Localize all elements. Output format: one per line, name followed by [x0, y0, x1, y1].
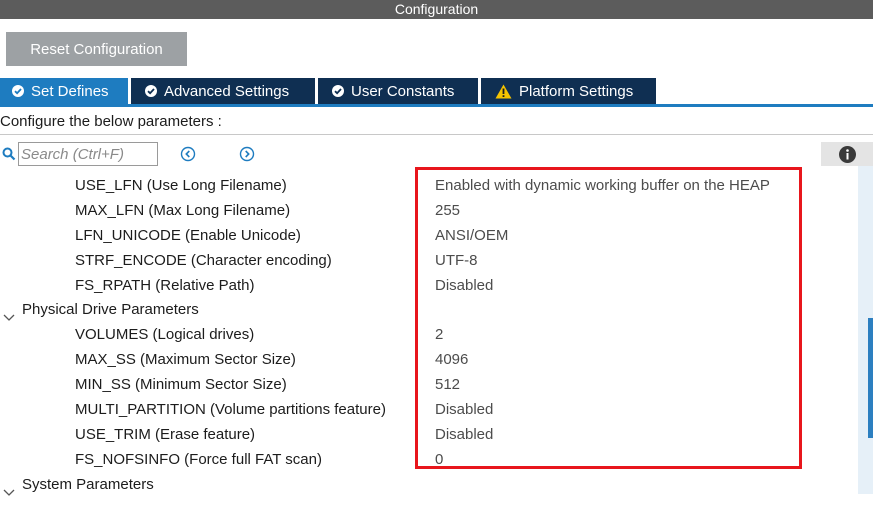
param-name: LFN_UNICODE (Enable Unicode): [75, 227, 301, 244]
previous-result-button[interactable]: [180, 146, 196, 167]
window-title: Configuration: [0, 0, 873, 19]
param-name: MAX_SS (Maximum Sector Size): [75, 351, 296, 368]
group-label: Physical Drive Parameters: [22, 301, 199, 318]
tab-label: Advanced Settings: [164, 82, 290, 100]
param-row-volumes[interactable]: VOLUMES (Logical drives) 2: [0, 322, 858, 347]
param-value[interactable]: 512: [435, 372, 460, 397]
param-row-min-ss[interactable]: MIN_SS (Minimum Sector Size) 512: [0, 372, 858, 397]
param-row-fs-rpath[interactable]: FS_RPATH (Relative Path) Disabled: [0, 273, 858, 298]
check-circle-icon: [332, 85, 344, 97]
search-input[interactable]: [18, 142, 158, 166]
param-row-fs-nofsinfo[interactable]: FS_NOFSINFO (Force full FAT scan) 0: [0, 447, 858, 472]
tab-label: Set Defines: [31, 82, 109, 100]
param-row-max-lfn[interactable]: MAX_LFN (Max Long Filename) 255: [0, 198, 858, 223]
param-row-max-ss[interactable]: MAX_SS (Maximum Sector Size) 4096: [0, 347, 858, 372]
param-name: MAX_LFN (Max Long Filename): [75, 202, 291, 219]
info-icon[interactable]: [839, 146, 856, 168]
info-panel: [821, 142, 873, 166]
next-result-button[interactable]: [239, 146, 255, 167]
param-value[interactable]: 0: [435, 447, 443, 472]
param-row-use-trim[interactable]: USE_TRIM (Erase feature) Disabled: [0, 422, 858, 447]
check-circle-icon: [145, 85, 157, 97]
param-name: MIN_SS (Minimum Sector Size): [75, 376, 287, 393]
param-name: MULTI_PARTITION (Volume partitions featu…: [75, 401, 386, 418]
tab-label: Platform Settings: [519, 82, 634, 100]
group-physical-drive-parameters[interactable]: Physical Drive Parameters: [0, 297, 400, 322]
warning-icon: [495, 84, 512, 99]
param-name: STRF_ENCODE (Character encoding): [75, 252, 332, 269]
param-name: FS_NOFSINFO (Force full FAT scan): [75, 451, 322, 468]
param-name: VOLUMES (Logical drives): [75, 326, 255, 343]
search-row: [0, 142, 873, 168]
reset-configuration-button[interactable]: Reset Configuration: [6, 32, 187, 66]
param-value[interactable]: Disabled: [435, 273, 493, 298]
instructions-label: Configure the below parameters :: [0, 113, 222, 130]
divider: [0, 134, 873, 135]
param-row-use-lfn[interactable]: USE_LFN (Use Long Filename) Enabled with…: [0, 173, 858, 198]
tab-underline: [0, 104, 873, 107]
param-value[interactable]: 255: [435, 198, 460, 223]
param-row-strf-encode[interactable]: STRF_ENCODE (Character encoding) UTF-8: [0, 248, 858, 273]
param-row-lfn-unicode[interactable]: LFN_UNICODE (Enable Unicode) ANSI/OEM: [0, 223, 858, 248]
param-value[interactable]: Enabled with dynamic working buffer on t…: [435, 173, 770, 198]
param-value[interactable]: Disabled: [435, 397, 493, 422]
group-system-parameters[interactable]: System Parameters: [0, 472, 400, 497]
chevron-down-icon: [3, 480, 15, 505]
tab-label: User Constants: [351, 82, 455, 100]
param-name: USE_TRIM (Erase feature): [75, 426, 256, 443]
group-label: System Parameters: [22, 476, 154, 493]
param-value[interactable]: UTF-8: [435, 248, 478, 273]
param-value[interactable]: 4096: [435, 347, 468, 372]
param-value[interactable]: 2: [435, 322, 443, 347]
check-circle-icon: [12, 85, 24, 97]
search-icon: [2, 147, 16, 166]
param-value[interactable]: ANSI/OEM: [435, 223, 508, 248]
param-name: FS_RPATH (Relative Path): [75, 277, 255, 294]
tab-platform-settings[interactable]: Platform Settings: [481, 78, 656, 104]
param-value[interactable]: Disabled: [435, 422, 493, 447]
scrollbar-thumb[interactable]: [868, 318, 873, 438]
param-row-multi-partition[interactable]: MULTI_PARTITION (Volume partitions featu…: [0, 397, 858, 422]
tab-bar: Set Defines Advanced Settings User Const…: [0, 78, 873, 104]
param-name: USE_LFN (Use Long Filename): [75, 177, 287, 194]
tab-set-defines[interactable]: Set Defines: [0, 78, 128, 104]
tab-user-constants[interactable]: User Constants: [318, 78, 478, 104]
tab-advanced-settings[interactable]: Advanced Settings: [131, 78, 315, 104]
